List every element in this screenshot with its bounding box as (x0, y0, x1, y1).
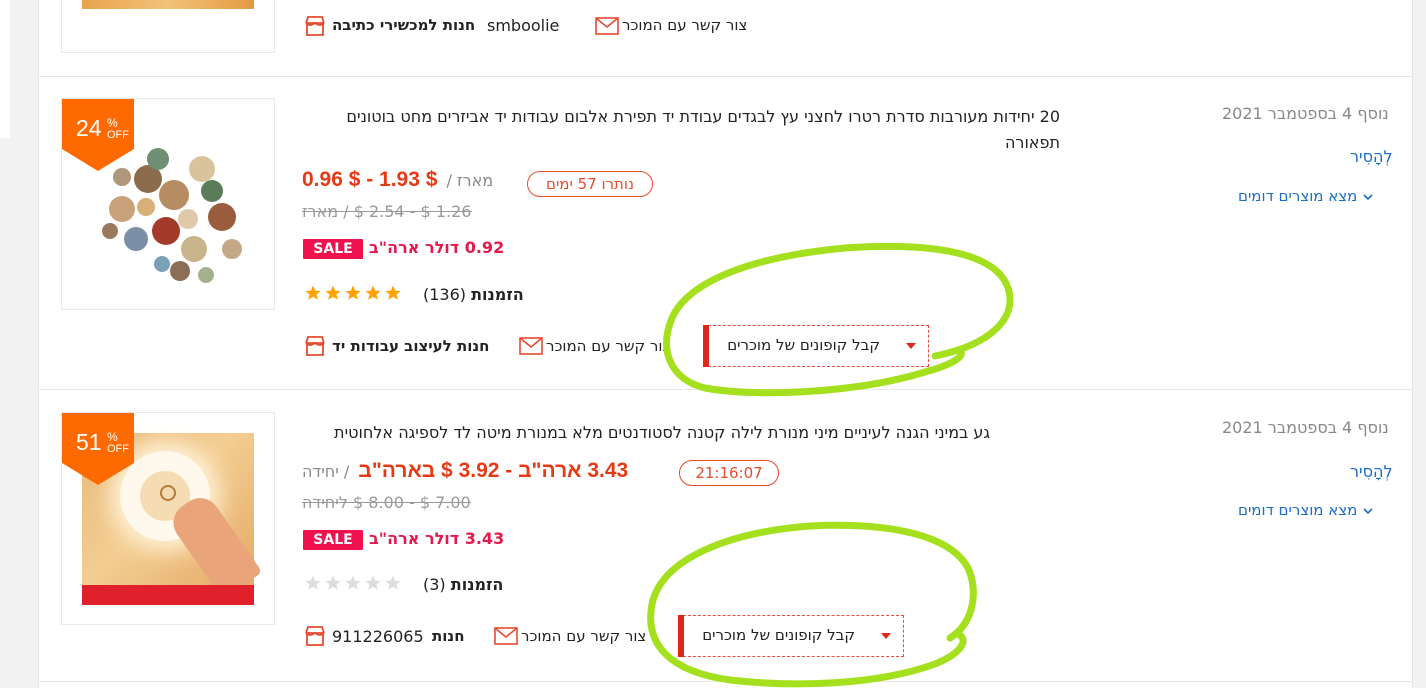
store-icon[interactable] (304, 334, 326, 362)
discount-percent: 24% OFF (76, 115, 129, 141)
caret-down-icon (906, 343, 916, 349)
find-similar-link[interactable]: מצא מוצרים דומים (1238, 501, 1373, 519)
get-coupons-dropdown[interactable]: קבל קופונים של מוכרים (703, 325, 929, 367)
old-price: 1.26 $ - 2.54 $ / מארז (302, 202, 472, 221)
star-icon (305, 575, 321, 590)
price-unit: / יחידה (302, 462, 350, 481)
chevron-down-icon (1363, 187, 1373, 205)
rating-stars (304, 284, 402, 302)
get-coupons-dropdown[interactable]: קבל קופונים של מוכרים (678, 615, 904, 657)
price-row: 0.96 $ - 1.93 $ מארז / (302, 168, 493, 192)
row-divider (39, 76, 1412, 77)
timer-pill: נותרו 57 ימים (527, 171, 653, 197)
orders-count: (3) הזמנות (423, 575, 504, 594)
product-title[interactable]: גע במיני הגנה לעיניים מיני מנורת לילה קט… (300, 420, 990, 446)
store-icon[interactable] (304, 624, 326, 652)
price-unit: מארז / (446, 171, 494, 190)
star-icon (345, 285, 361, 300)
find-similar-link[interactable]: מצא מוצרים דומים (1238, 187, 1373, 205)
rating-stars (304, 574, 402, 592)
store-link[interactable]: חנות (432, 627, 465, 645)
coupon-label: קבל קופונים של מוכרים (727, 336, 880, 354)
price-range: 3.43 ארה"ב - 3.92 $ בארה"ב (358, 459, 629, 482)
star-icon (305, 285, 321, 300)
price-range: 0.96 $ - 1.93 $ (302, 168, 438, 191)
caret-down-icon (881, 633, 891, 639)
store-name[interactable]: 911226065 (332, 627, 424, 646)
chevron-down-icon (1363, 501, 1373, 519)
mail-icon[interactable] (519, 337, 543, 359)
product-title[interactable]: 20 יחידות מעורבות סדרת רטרו לחצני עץ לבג… (300, 104, 1060, 156)
added-date: נוסף 4 בספטמבר 2021 (1222, 418, 1389, 437)
contact-seller-link[interactable]: צור קשר עם המוכר (546, 337, 671, 355)
left-gutter (0, 0, 39, 688)
star-icon (385, 575, 401, 590)
star-icon (325, 575, 341, 590)
right-scrollbar-track[interactable] (1412, 0, 1426, 688)
store-name[interactable]: smboolie (487, 16, 559, 35)
mail-icon[interactable] (595, 17, 619, 39)
store-icon[interactable] (304, 14, 326, 42)
store-link[interactable]: חנות לעיצוב עבודות יד (332, 337, 489, 355)
star-icon (365, 285, 381, 300)
remove-link[interactable]: לְהָסִיר (1350, 462, 1393, 481)
discount-badge: 51% OFF (62, 413, 134, 485)
discount-percent: 51% OFF (76, 429, 129, 455)
star-icon (345, 575, 361, 590)
countdown-timer: 21:16:07 (679, 460, 779, 486)
store-label[interactable]: חנות למכשירי כתיבה (332, 16, 475, 34)
coupon-label: קבל קופונים של מוכרים (702, 626, 855, 644)
contact-seller-link[interactable]: צור קשר עם המוכר (521, 627, 646, 645)
remove-link[interactable]: לְהָסִיר (1350, 147, 1393, 166)
discount-badge: 24% OFF (62, 99, 134, 171)
sale-price: 3.43 דולר ארה"ב (369, 529, 505, 548)
sale-tag: SALE (303, 239, 363, 259)
orders-count: (136) הזמנות (423, 285, 524, 304)
price-row: / יחידה 3.43 ארה"ב - 3.92 $ בארה"ב (302, 459, 628, 483)
product-thumbnail-partial[interactable] (61, 0, 275, 53)
star-icon (365, 575, 381, 590)
row-divider (39, 389, 1412, 390)
contact-seller-link[interactable]: צור קשר עם המוכר (622, 16, 747, 34)
added-date: נוסף 4 בספטמבר 2021 (1222, 104, 1389, 123)
star-icon (385, 285, 401, 300)
sale-price: 0.92 דולר ארה"ב (369, 238, 505, 257)
sale-tag: SALE (303, 530, 363, 550)
mail-icon[interactable] (494, 627, 518, 649)
old-price: 7.00 $ - 8.00 $ ליחידה (302, 493, 471, 512)
star-icon (325, 285, 341, 300)
row-divider (39, 681, 1412, 682)
